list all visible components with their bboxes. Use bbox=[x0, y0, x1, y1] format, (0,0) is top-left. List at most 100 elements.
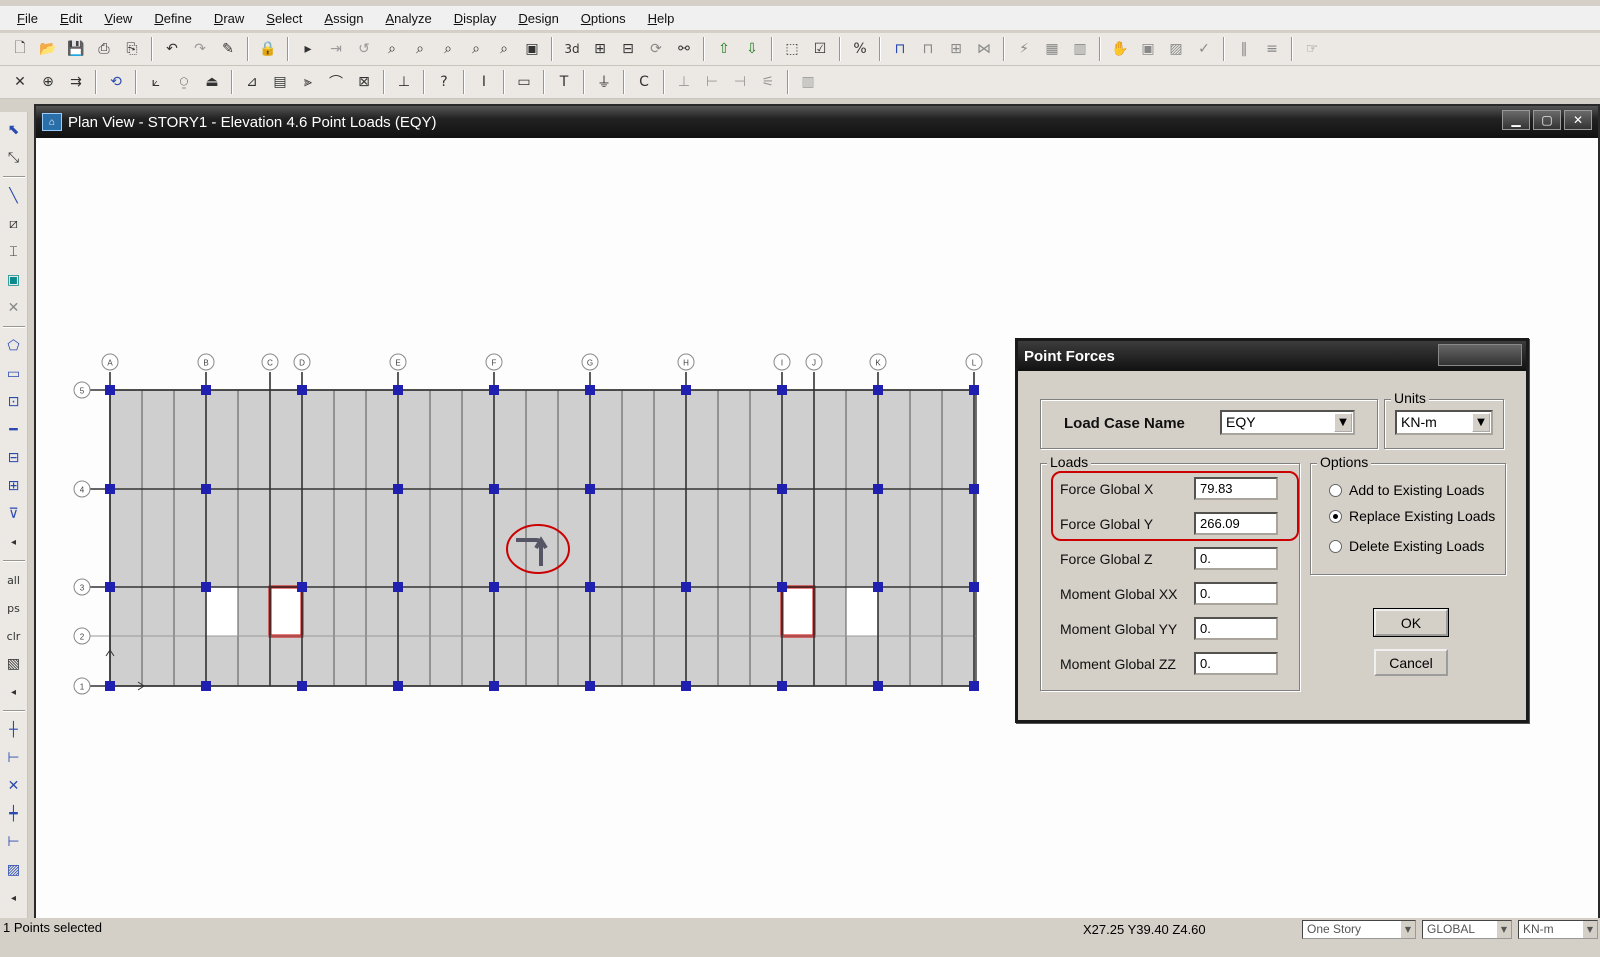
draw-opening-icon[interactable]: ⊽ bbox=[2, 502, 26, 526]
chevron-down-icon[interactable]: ▼ bbox=[1583, 921, 1597, 938]
draw-poly-icon[interactable]: ⬠ bbox=[2, 334, 26, 358]
joint-point[interactable] bbox=[489, 385, 499, 395]
joint-point[interactable] bbox=[489, 681, 499, 691]
joint-point[interactable] bbox=[585, 681, 595, 691]
minimize-icon[interactable]: ▁ bbox=[1502, 110, 1530, 130]
joint-point[interactable] bbox=[969, 681, 979, 691]
channel-icon[interactable]: C bbox=[632, 70, 656, 94]
check-icon[interactable]: ☑ bbox=[808, 37, 832, 61]
draw-point-icon[interactable]: ⊡ bbox=[2, 390, 26, 414]
menu-file[interactable]: File bbox=[6, 11, 49, 26]
draw-section-icon[interactable]: ⊞ bbox=[2, 474, 26, 498]
snap-line-icon[interactable]: ⊢ bbox=[2, 830, 26, 854]
radio-delete[interactable] bbox=[1329, 539, 1342, 553]
snap-point-icon[interactable]: ┼ bbox=[2, 718, 26, 742]
cancel-button[interactable]: Cancel bbox=[1374, 649, 1448, 676]
more-3-icon[interactable]: ◂ bbox=[2, 886, 26, 910]
joint-point[interactable] bbox=[201, 385, 211, 395]
joint-point[interactable] bbox=[585, 582, 595, 592]
frame-shape-4-icon[interactable]: ⋈ bbox=[972, 37, 996, 61]
joint-icon[interactable]: ⍜ bbox=[172, 70, 196, 94]
new-icon[interactable]: 🗋 bbox=[8, 37, 32, 61]
set-display-icon[interactable]: ▣ bbox=[520, 37, 544, 61]
slab-icon[interactable]: ⌒ bbox=[324, 70, 348, 94]
moment-global-zz-field[interactable] bbox=[1194, 652, 1278, 675]
percent-icon[interactable]: % bbox=[848, 37, 872, 61]
3d-view-icon[interactable]: 3d bbox=[560, 37, 584, 61]
joint-point[interactable] bbox=[393, 385, 403, 395]
joint-point[interactable] bbox=[105, 582, 115, 592]
joint-point[interactable] bbox=[777, 582, 787, 592]
reshape-tool-icon[interactable]: ⤡ bbox=[2, 146, 26, 170]
move-down-icon[interactable]: ⇩ bbox=[740, 37, 764, 61]
menu-options[interactable]: Options bbox=[570, 11, 637, 26]
menu-analyze[interactable]: Analyze bbox=[374, 11, 442, 26]
pointer-icon[interactable]: ⬉ bbox=[2, 118, 26, 142]
draw-area-icon[interactable]: ▣ bbox=[2, 268, 26, 292]
design-3-icon[interactable]: ▨ bbox=[1164, 37, 1188, 61]
ok-button[interactable]: OK bbox=[1373, 608, 1449, 637]
joint-point[interactable] bbox=[585, 484, 595, 494]
snap-icon[interactable]: ⊕ bbox=[36, 70, 60, 94]
restore-icon[interactable]: ↺ bbox=[352, 37, 376, 61]
rotate-icon[interactable]: ⟳ bbox=[644, 37, 668, 61]
design-2-icon[interactable]: ▣ bbox=[1136, 37, 1160, 61]
link-icon[interactable]: ⏚ bbox=[592, 70, 616, 94]
table-icon[interactable]: ▦ bbox=[1040, 37, 1064, 61]
zoom-in-icon[interactable]: ⌕ bbox=[408, 37, 432, 61]
units-status-select[interactable]: KN-m ▼ bbox=[1518, 920, 1598, 939]
section-icon[interactable]: ⫸ bbox=[296, 70, 320, 94]
menu-view[interactable]: View bbox=[93, 11, 143, 26]
beam-icon[interactable]: ⊠ bbox=[352, 70, 376, 94]
draw-column-icon[interactable]: ⌶ bbox=[2, 240, 26, 264]
joint-point[interactable] bbox=[489, 582, 499, 592]
snap-intersect-icon[interactable]: ✕ bbox=[2, 774, 26, 798]
moment-global-xx-field[interactable] bbox=[1194, 582, 1278, 605]
area-icon[interactable]: ⏏ bbox=[200, 70, 224, 94]
elevation-view-icon[interactable]: ⊟ bbox=[616, 37, 640, 61]
column-icon[interactable]: ⊥ bbox=[392, 70, 416, 94]
deck-icon[interactable]: ▭ bbox=[512, 70, 536, 94]
close-icon[interactable]: ✕ bbox=[1564, 110, 1592, 130]
frame-shape-icon[interactable]: ⊓ bbox=[888, 37, 912, 61]
joint-point[interactable] bbox=[969, 582, 979, 592]
refresh-icon[interactable]: ⟲ bbox=[104, 70, 128, 94]
joint-point[interactable] bbox=[777, 681, 787, 691]
draw-grid-icon[interactable]: ⊟ bbox=[2, 446, 26, 470]
joint-point[interactable] bbox=[201, 582, 211, 592]
joint-point[interactable] bbox=[393, 484, 403, 494]
joint-point[interactable] bbox=[873, 582, 883, 592]
joint-point[interactable] bbox=[969, 385, 979, 395]
radio-add[interactable] bbox=[1329, 483, 1342, 497]
draw-brace-icon[interactable]: ⧄ bbox=[2, 212, 26, 236]
menu-draw[interactable]: Draw bbox=[203, 11, 255, 26]
tee-icon[interactable]: T bbox=[552, 70, 576, 94]
joint-point[interactable] bbox=[297, 385, 307, 395]
option-replace-radio[interactable]: Replace Existing Loads bbox=[1329, 508, 1495, 524]
intersect-icon[interactable]: ▧ bbox=[2, 652, 26, 676]
dim-2-icon[interactable]: ⊢ bbox=[700, 70, 724, 94]
zoom-out-icon[interactable]: ⌕ bbox=[436, 37, 460, 61]
chevron-down-icon[interactable]: ▼ bbox=[1472, 413, 1490, 432]
pause-icon[interactable]: ‖ bbox=[1232, 37, 1256, 61]
dialog-close-button[interactable] bbox=[1438, 344, 1522, 366]
chevron-down-icon[interactable]: ▼ bbox=[1334, 413, 1352, 432]
list-icon[interactable]: ≡ bbox=[1260, 37, 1284, 61]
chevron-down-icon[interactable]: ▼ bbox=[1401, 921, 1415, 938]
moment-global-yy-field[interactable] bbox=[1194, 617, 1278, 640]
units-select[interactable]: KN-m ▼ bbox=[1395, 410, 1493, 435]
print-preview-icon[interactable]: ⎘ bbox=[120, 37, 144, 61]
joint-point[interactable] bbox=[105, 385, 115, 395]
select-all-icon[interactable]: all bbox=[2, 568, 26, 592]
save-icon[interactable]: 💾 bbox=[64, 37, 88, 61]
frame-shape-2-icon[interactable]: ⊓ bbox=[916, 37, 940, 61]
open-icon[interactable]: 📂 bbox=[36, 37, 60, 61]
snap-end-icon[interactable]: ⊢ bbox=[2, 746, 26, 770]
maximize-icon[interactable]: ▢ bbox=[1533, 110, 1561, 130]
stair-icon[interactable]: ▥ bbox=[796, 70, 820, 94]
hand-icon[interactable]: ☞ bbox=[1300, 37, 1324, 61]
select-previous-icon[interactable]: ps bbox=[2, 596, 26, 620]
undo-icon[interactable]: ↶ bbox=[160, 37, 184, 61]
radio-replace[interactable] bbox=[1329, 509, 1342, 523]
slab-opening[interactable] bbox=[205, 586, 239, 637]
